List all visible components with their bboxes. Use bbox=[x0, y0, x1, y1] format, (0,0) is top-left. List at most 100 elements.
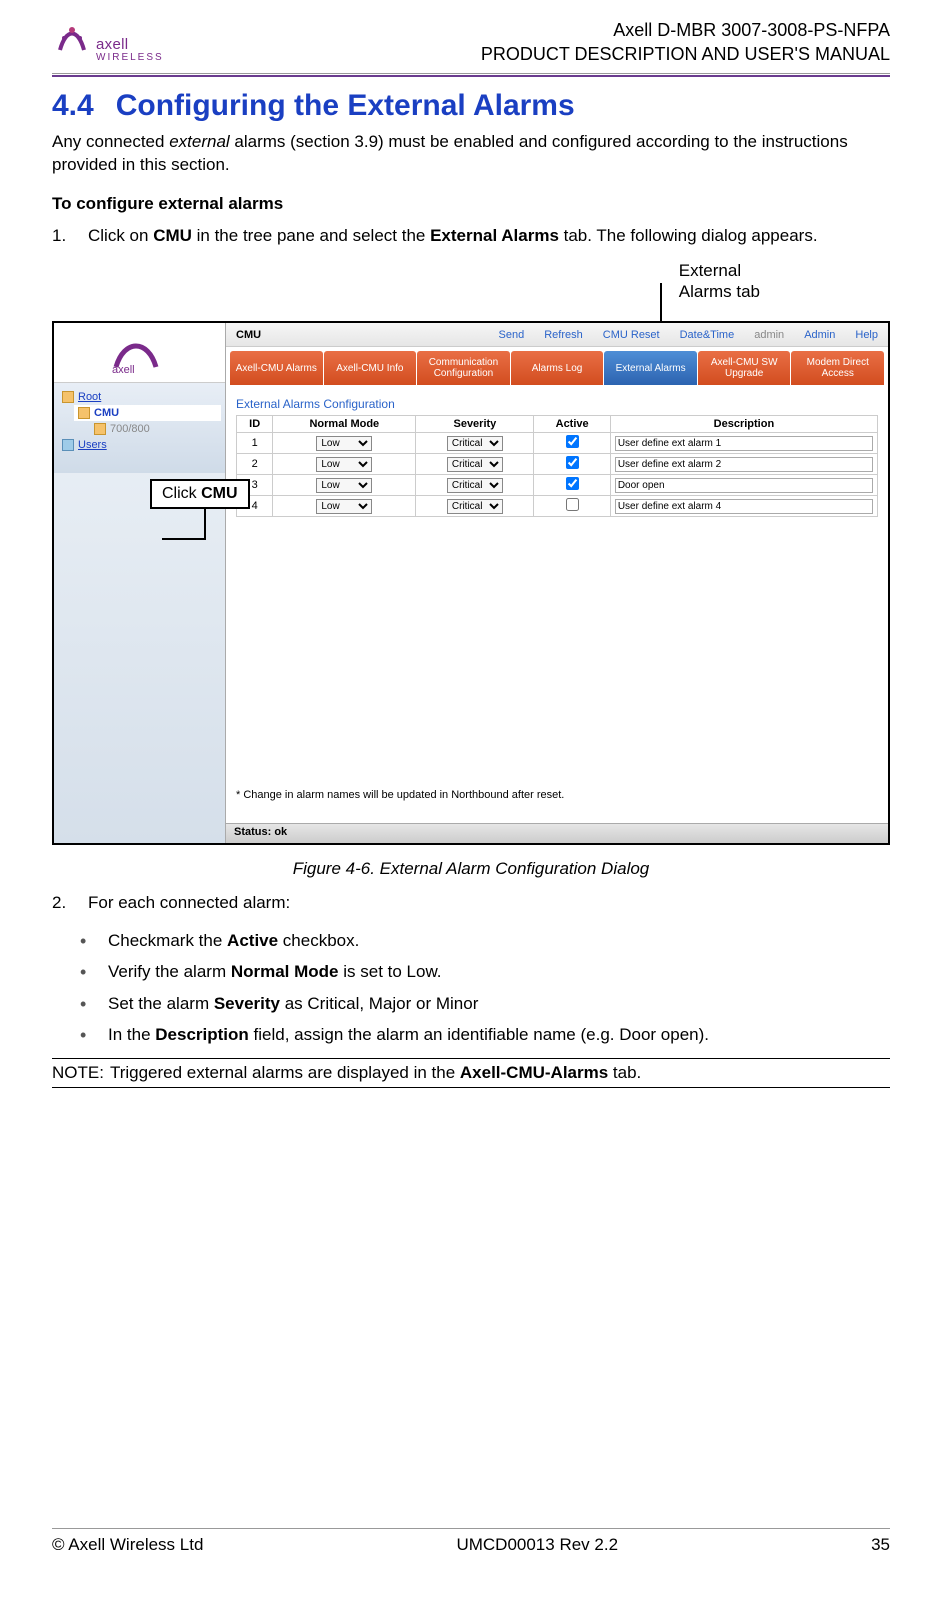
help-link[interactable]: Help bbox=[855, 329, 878, 341]
step-1: Click on CMU in the tree pane and select… bbox=[52, 224, 890, 249]
tab-axell-cmu-alarms[interactable]: Axell-CMU Alarms bbox=[230, 351, 323, 385]
normal-mode-select[interactable]: Low bbox=[316, 436, 372, 451]
logo-mark-icon bbox=[52, 18, 92, 58]
callout-area: External Alarms tab bbox=[52, 261, 890, 321]
col-normal-mode: Normal Mode bbox=[273, 416, 416, 433]
callout-line bbox=[162, 538, 206, 540]
cell-active bbox=[534, 496, 610, 517]
status-bar: Status: ok bbox=[226, 823, 888, 843]
intro-paragraph: Any connected external alarms (section 3… bbox=[52, 131, 890, 177]
topbar-title: CMU bbox=[236, 329, 261, 341]
procedure-heading: To configure external alarms bbox=[52, 194, 890, 214]
note-label: NOTE: bbox=[52, 1063, 104, 1083]
description-input[interactable] bbox=[615, 499, 873, 514]
severity-select[interactable]: Critical bbox=[447, 478, 503, 493]
folder-icon bbox=[62, 391, 74, 403]
app-screenshot: axell Root CMU 700/800 Users bbox=[54, 323, 888, 843]
cell-normal-mode: Low bbox=[273, 475, 416, 496]
tab-modem-direct-access[interactable]: Modem Direct Access bbox=[791, 351, 884, 385]
table-row: 2 Low Critical bbox=[237, 454, 878, 475]
description-input[interactable] bbox=[615, 436, 873, 451]
cell-severity: Critical bbox=[416, 454, 534, 475]
active-checkbox[interactable] bbox=[566, 498, 579, 511]
admin-link[interactable]: Admin bbox=[804, 329, 835, 341]
description-input[interactable] bbox=[615, 457, 873, 472]
description-input[interactable] bbox=[615, 478, 873, 493]
cell-normal-mode: Low bbox=[273, 496, 416, 517]
col-id: ID bbox=[237, 416, 273, 433]
callout-line bbox=[204, 509, 206, 539]
callout-line bbox=[660, 283, 662, 325]
section-number: 4.4 bbox=[52, 89, 94, 122]
datetime-link[interactable]: Date&Time bbox=[680, 329, 735, 341]
normal-mode-select[interactable]: Low bbox=[316, 499, 372, 514]
active-checkbox[interactable] bbox=[566, 477, 579, 490]
panel-title: External Alarms Configuration bbox=[236, 397, 878, 411]
app-topbar: CMU Send Refresh CMU Reset Date&Time adm… bbox=[226, 323, 888, 347]
tab-communication-configuration[interactable]: Communication Configuration bbox=[417, 351, 510, 385]
refresh-link[interactable]: Refresh bbox=[544, 329, 583, 341]
bullet-active: Checkmark the Active checkbox. bbox=[80, 928, 890, 954]
bullet-severity: Set the alarm Severity as Critical, Majo… bbox=[80, 991, 890, 1017]
svg-text:axell: axell bbox=[112, 364, 135, 375]
send-link[interactable]: Send bbox=[499, 329, 525, 341]
app-logo: axell bbox=[54, 323, 225, 383]
severity-select[interactable]: Critical bbox=[447, 457, 503, 472]
cell-active bbox=[534, 475, 610, 496]
footer-mid: UMCD00013 Rev 2.2 bbox=[456, 1535, 618, 1555]
cell-description bbox=[610, 433, 877, 454]
steps-list-cont: For each connected alarm: bbox=[52, 891, 890, 916]
steps-list: Click on CMU in the tree pane and select… bbox=[52, 224, 890, 249]
tab-axell-cmu-info[interactable]: Axell-CMU Info bbox=[324, 351, 417, 385]
callout-click-cmu: Click CMU bbox=[150, 479, 250, 509]
app-sidebar: axell Root CMU 700/800 Users bbox=[54, 323, 226, 843]
tree-cmu[interactable]: CMU bbox=[74, 405, 221, 421]
normal-mode-select[interactable]: Low bbox=[316, 457, 372, 472]
tab-external-alarms[interactable]: External Alarms bbox=[604, 351, 697, 385]
step-2: For each connected alarm: bbox=[52, 891, 890, 916]
note-block: NOTE: Triggered external alarms are disp… bbox=[52, 1058, 890, 1088]
cell-description bbox=[610, 496, 877, 517]
cell-severity: Critical bbox=[416, 496, 534, 517]
active-checkbox[interactable] bbox=[566, 456, 579, 469]
cell-normal-mode: Low bbox=[273, 454, 416, 475]
page-footer: © Axell Wireless Ltd UMCD00013 Rev 2.2 3… bbox=[52, 1528, 890, 1555]
table-row: 3LowCritical bbox=[237, 475, 878, 496]
section-text: Configuring the External Alarms bbox=[116, 89, 575, 122]
tree-band[interactable]: 700/800 bbox=[90, 421, 221, 437]
normal-mode-select[interactable]: Low bbox=[316, 478, 372, 493]
severity-select[interactable]: Critical bbox=[447, 499, 503, 514]
users-icon bbox=[62, 439, 74, 451]
doc-title-block: Axell D-MBR 3007-3008-PS-NFPA PRODUCT DE… bbox=[481, 18, 890, 67]
alarms-table: ID Normal Mode Severity Active Descripti… bbox=[236, 415, 878, 517]
cell-description bbox=[610, 475, 877, 496]
brand-sub: WIRELESS bbox=[96, 52, 164, 63]
cell-active bbox=[534, 454, 610, 475]
panel-footnote: * Change in alarm names will be updated … bbox=[236, 789, 564, 801]
section-title: 4.4 Configuring the External Alarms bbox=[52, 89, 890, 123]
tab-row: Axell-CMU Alarms Axell-CMU Info Communic… bbox=[226, 347, 888, 385]
brand-logo: axell WIRELESS bbox=[52, 18, 164, 63]
tab-alarms-log[interactable]: Alarms Log bbox=[511, 351, 604, 385]
screenshot-figure: Click CMU axell Root CMU 700/800 bbox=[52, 321, 890, 845]
footer-right: 35 bbox=[871, 1535, 890, 1555]
folder-icon bbox=[94, 423, 106, 435]
tab-sw-upgrade[interactable]: Axell-CMU SW Upgrade bbox=[698, 351, 791, 385]
cell-id: 1 bbox=[237, 433, 273, 454]
col-severity: Severity bbox=[416, 416, 534, 433]
tree-users[interactable]: Users bbox=[58, 437, 221, 453]
brand-text: axell WIRELESS bbox=[96, 36, 164, 63]
callout-external-alarms-tab: External Alarms tab bbox=[679, 261, 760, 302]
admin-label: admin bbox=[754, 329, 784, 341]
page-header: axell WIRELESS Axell D-MBR 3007-3008-PS-… bbox=[52, 18, 890, 74]
cmu-reset-link[interactable]: CMU Reset bbox=[603, 329, 660, 341]
tree-root[interactable]: Root bbox=[58, 389, 221, 405]
active-checkbox[interactable] bbox=[566, 435, 579, 448]
cell-normal-mode: Low bbox=[273, 433, 416, 454]
header-rule bbox=[52, 75, 890, 77]
cell-id: 2 bbox=[237, 454, 273, 475]
bullet-list: Checkmark the Active checkbox. Verify th… bbox=[80, 928, 890, 1048]
cell-active bbox=[534, 433, 610, 454]
figure-caption: Figure 4-6. External Alarm Configuration… bbox=[52, 859, 890, 879]
severity-select[interactable]: Critical bbox=[447, 436, 503, 451]
